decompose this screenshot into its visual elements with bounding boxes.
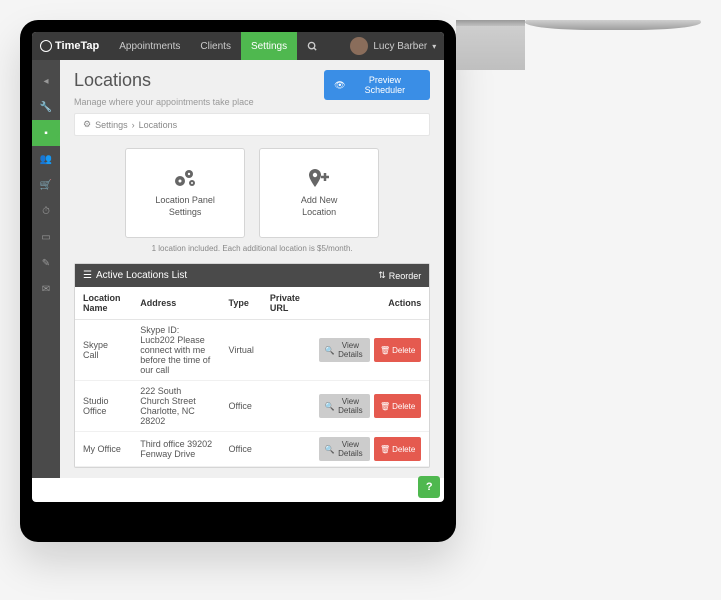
sidebar-icon-calendar[interactable]: ▭ <box>32 224 60 250</box>
sort-icon: ⇅ <box>378 270 386 281</box>
th-type: Type <box>221 287 262 320</box>
page-title: Locations <box>74 70 151 91</box>
sidebar-icon-mail[interactable]: ✉ <box>32 276 60 302</box>
add-new-location-card[interactable]: Add New Location <box>259 148 379 238</box>
clock-icon <box>40 40 52 52</box>
delete-button[interactable]: 🗑Delete <box>374 394 421 418</box>
help-button[interactable]: ? <box>418 476 440 498</box>
view-details-button[interactable]: 🔍View Details <box>319 394 370 418</box>
sidebar-icon-edit[interactable]: ✎ <box>32 250 60 276</box>
user-name: Lucy Barber <box>373 41 427 52</box>
search-icon: 🔍 <box>325 445 335 454</box>
breadcrumb: ⚙ Settings › Locations <box>74 113 430 136</box>
breadcrumb-locations: Locations <box>139 120 178 130</box>
eye-icon: 👁 <box>334 80 345 91</box>
top-navbar: TimeTap Appointments Clients Settings Lu… <box>32 32 444 60</box>
pricing-note: 1 location included. Each additional loc… <box>74 244 430 253</box>
th-name: Location Name <box>75 287 132 320</box>
cell-url <box>262 432 311 467</box>
brand-logo: TimeTap <box>40 40 99 52</box>
cell-name: Studio Office <box>75 381 132 432</box>
delete-button[interactable]: 🗑Delete <box>374 338 421 362</box>
cell-address: Skype ID: Lucb202 Please connect with me… <box>132 320 220 381</box>
chevron-down-icon: ▾ <box>432 42 436 51</box>
gears-icon <box>172 167 198 189</box>
card-label: Add New Location <box>301 195 338 218</box>
sidebar-icon-clock[interactable]: ⏱ <box>32 198 60 224</box>
pin-plus-icon <box>306 167 332 189</box>
sidebar-icon-cart[interactable]: 🛒 <box>32 172 60 198</box>
nav-clients[interactable]: Clients <box>190 32 241 60</box>
card-label: Location Panel Settings <box>155 195 215 218</box>
search-icon: 🔍 <box>325 402 335 411</box>
search-icon[interactable] <box>297 32 328 60</box>
list-icon: ☰ <box>83 270 92 281</box>
avatar <box>350 37 368 55</box>
panel-title: Active Locations List <box>96 270 187 281</box>
cell-type: Virtual <box>221 320 262 381</box>
trash-icon: 🗑 <box>380 346 390 355</box>
left-sidebar: ◂ 🔧 ▪ 👥 🛒 ⏱ ▭ ✎ ✉ <box>32 60 60 478</box>
search-icon: 🔍 <box>325 346 335 355</box>
th-address: Address <box>132 287 220 320</box>
delete-button[interactable]: 🗑Delete <box>374 437 421 461</box>
locations-table: Location Name Address Type Private URL A… <box>75 287 429 467</box>
th-url: Private URL <box>262 287 311 320</box>
cell-address: Third office 39202 Fenway Drive <box>132 432 220 467</box>
cell-url <box>262 381 311 432</box>
trash-icon: 🗑 <box>380 445 390 454</box>
cell-type: Office <box>221 432 262 467</box>
preview-scheduler-button[interactable]: 👁 Preview Scheduler <box>324 70 430 100</box>
table-row: My OfficeThird office 39202 Fenway Drive… <box>75 432 429 467</box>
reorder-button[interactable]: ⇅ Reorder <box>378 270 421 281</box>
cell-name: Skype Call <box>75 320 132 381</box>
user-menu[interactable]: Lucy Barber ▾ <box>350 37 436 55</box>
cell-name: My Office <box>75 432 132 467</box>
breadcrumb-settings[interactable]: Settings <box>95 120 128 130</box>
gear-icon: ⚙ <box>83 119 91 130</box>
cell-address: 222 South Church Street Charlotte, NC 28… <box>132 381 220 432</box>
brand-name: TimeTap <box>55 40 99 52</box>
table-row: Studio Office222 South Church Street Cha… <box>75 381 429 432</box>
sidebar-icon-locations[interactable]: ▪ <box>32 120 60 146</box>
location-panel-settings-card[interactable]: Location Panel Settings <box>125 148 245 238</box>
view-details-button[interactable]: 🔍View Details <box>319 437 370 461</box>
sidebar-icon-staff[interactable]: 👥 <box>32 146 60 172</box>
trash-icon: 🗑 <box>380 402 390 411</box>
cell-type: Office <box>221 381 262 432</box>
view-details-button[interactable]: 🔍View Details <box>319 338 370 362</box>
active-locations-panel: ☰ Active Locations List ⇅ Reorder <box>74 263 430 468</box>
cell-url <box>262 320 311 381</box>
nav-settings[interactable]: Settings <box>241 32 297 60</box>
th-actions: Actions <box>311 287 429 320</box>
nav-appointments[interactable]: Appointments <box>109 32 190 60</box>
sidebar-icon-wrench[interactable]: 🔧 <box>32 94 60 120</box>
page-subtitle: Manage where your appointments take plac… <box>74 97 254 107</box>
sidebar-icon-1[interactable]: ◂ <box>32 68 60 94</box>
table-row: Skype CallSkype ID: Lucb202 Please conne… <box>75 320 429 381</box>
